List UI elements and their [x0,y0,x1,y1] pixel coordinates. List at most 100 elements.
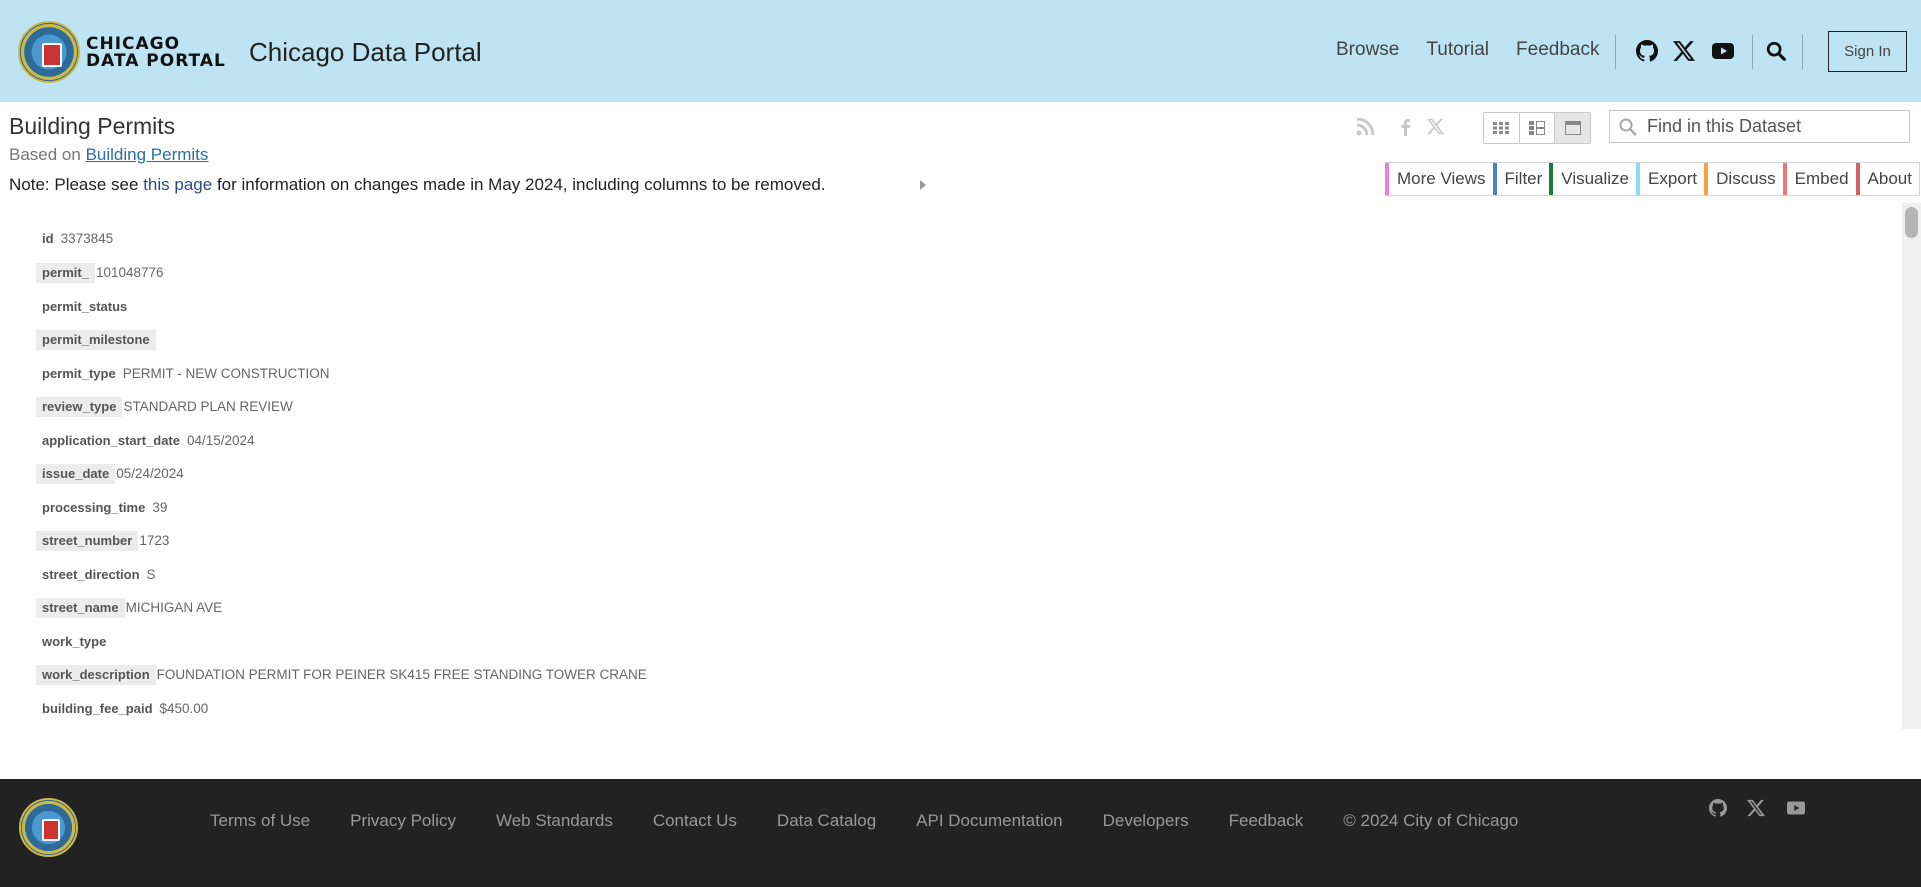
field-row: street_number 1723 [36,531,169,551]
field-value: PERMIT - NEW CONSTRUCTION [122,366,330,381]
list-view-button[interactable] [1520,113,1556,143]
field-value: $450.00 [159,701,209,716]
nav-browse[interactable]: Browse [1336,39,1399,61]
list-view-icon [1529,121,1545,135]
github-icon[interactable] [1709,799,1728,817]
site-footer: Terms of Use Privacy Policy Web Standard… [0,779,1921,887]
visualize-button[interactable]: Visualize [1549,163,1637,195]
field-name: work_type [42,634,107,649]
field-value: STANDARD PLAN REVIEW [123,399,293,414]
footer-web-standards-link[interactable]: Web Standards [496,811,613,831]
rss-icon[interactable] [1356,117,1375,136]
scrollbar-thumb[interactable] [1905,207,1918,238]
field-name: permit_type [42,366,116,381]
x-icon[interactable] [1673,40,1695,62]
field-row: building_fee_paid $450.00 [36,699,208,719]
grid-view-button[interactable] [1484,113,1520,143]
x-icon[interactable] [1747,799,1765,817]
expand-note-arrow-icon[interactable] [920,180,926,190]
footer-terms-link[interactable]: Terms of Use [210,811,310,831]
note-link[interactable]: this page [143,175,212,194]
field-name: permit_ [36,263,95,283]
field-name: street_direction [42,567,140,582]
city-seal-logo[interactable] [19,798,78,857]
field-row: processing_time 39 [36,498,167,518]
view-mode-toggle [1483,112,1591,144]
filter-button[interactable]: Filter [1492,163,1550,195]
x-icon[interactable] [1427,118,1445,136]
field-row: permit_ 101048776 [36,263,164,283]
sign-in-button[interactable]: Sign In [1828,31,1907,72]
field-row: street_direction S [36,565,156,585]
field-name: work_description [36,665,156,685]
field-value: 1723 [139,533,170,548]
field-value: FOUNDATION PERMIT FOR PEINER SK415 FREE … [156,667,647,682]
about-button[interactable]: About [1855,163,1919,195]
field-row: permit_status [36,297,134,317]
search-icon [1619,118,1637,136]
logo-line-2: DATA PORTAL [86,51,226,71]
more-views-button[interactable]: More Views [1385,163,1493,195]
footer-privacy-link[interactable]: Privacy Policy [350,811,456,831]
row-view-button[interactable] [1555,113,1591,143]
field-row: application_start_date 04/15/2024 [36,431,255,451]
field-name: permit_milestone [36,330,156,350]
record-scrollbar[interactable] [1902,203,1921,729]
dataset-search [1609,110,1910,143]
field-name: permit_status [42,299,128,314]
field-name: building_fee_paid [42,701,153,716]
copyright: © 2024 City of Chicago [1343,811,1519,830]
field-name: application_start_date [42,433,180,448]
field-row: review_type STANDARD PLAN REVIEW [36,397,293,417]
field-value: MICHIGAN AVE [125,600,223,615]
dataset-based-on: Based on Building Permits [9,145,208,165]
field-row: street_name MICHIGAN AVE [36,598,222,618]
row-view-icon [1564,121,1581,135]
field-value: 05/24/2024 [116,466,184,481]
field-name: street_name [36,598,125,618]
dataset-title: Building Permits [9,113,176,139]
nav-feedback[interactable]: Feedback [1516,39,1599,61]
portal-logo-text[interactable]: CHICAGO DATA PORTAL [86,36,226,70]
search-icon[interactable] [1765,40,1787,62]
city-seal-logo[interactable] [18,21,80,83]
based-on-label: Based on [9,145,81,164]
field-value: 04/15/2024 [187,433,255,448]
record-view: id 3373845 permit_ 101048776 permit_status… [0,208,1902,728]
footer-data-catalog-link[interactable]: Data Catalog [777,811,876,831]
based-on-link[interactable]: Building Permits [86,145,209,164]
field-row: issue_date 05/24/2024 [36,464,184,484]
main-nav: Browse Tutorial Feedback [1336,39,1626,61]
footer-api-docs-link[interactable]: API Documentation [916,811,1062,831]
site-title[interactable]: Chicago Data Portal [249,37,482,68]
dataset-action-bar: More Views Filter Visualize Export Discu… [1385,162,1920,196]
field-row: permit_type PERMIT - NEW CONSTRUCTION [36,364,329,384]
field-row: work_description FOUNDATION PERMIT FOR PE… [36,665,647,685]
nav-tutorial[interactable]: Tutorial [1426,39,1489,61]
footer-contact-link[interactable]: Contact Us [653,811,737,831]
field-name: review_type [36,397,123,417]
nav-divider [1615,35,1616,69]
embed-button[interactable]: Embed [1782,163,1856,195]
dataset-search-input[interactable] [1647,116,1897,137]
dataset-note: Note: Please see this page for informati… [9,175,826,195]
site-header: CHICAGO DATA PORTAL Chicago Data Portal … [0,0,1921,102]
facebook-icon[interactable] [1397,118,1415,136]
note-prefix: Note: Please see [9,175,139,194]
github-icon[interactable] [1636,40,1659,62]
field-name: street_number [36,531,139,551]
field-name: id [42,231,54,246]
youtube-icon[interactable] [1786,799,1805,817]
export-button[interactable]: Export [1636,163,1705,195]
field-row: id 3373845 [36,229,113,249]
youtube-icon[interactable] [1711,40,1734,62]
field-value: 39 [152,500,168,515]
field-row: permit_milestone [36,330,157,350]
field-value: 3373845 [60,231,114,246]
note-suffix: for information on changes made in May 2… [216,175,826,194]
icons-divider [1752,35,1753,69]
footer-links: Terms of Use Privacy Policy Web Standard… [210,811,1518,831]
footer-developers-link[interactable]: Developers [1103,811,1189,831]
footer-feedback-link[interactable]: Feedback [1229,811,1304,831]
discuss-button[interactable]: Discuss [1704,163,1783,195]
